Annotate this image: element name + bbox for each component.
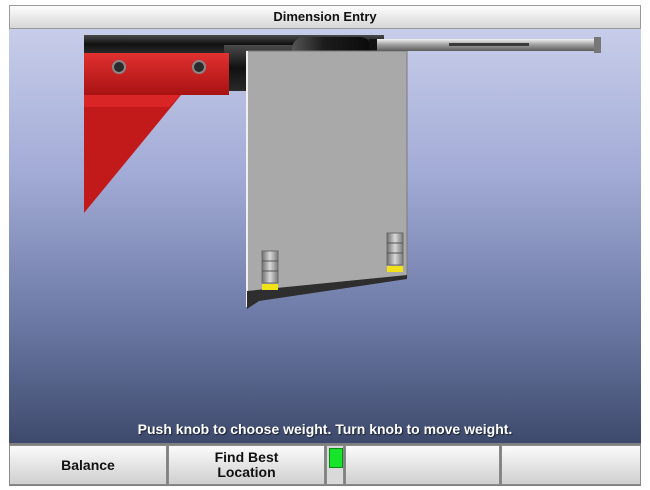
weight-marker [387, 266, 403, 272]
window-title: Dimension Entry [9, 5, 641, 29]
weight-clip-right [386, 232, 404, 272]
wheel-diagram [84, 35, 601, 309]
bolt-icon [112, 60, 126, 74]
balancer-viewport: Push knob to choose weight. Turn knob to… [9, 29, 641, 443]
find-best-location-button[interactable]: Find Best Location [168, 445, 325, 485]
status-indicator [326, 445, 344, 485]
instruction-text: Push knob to choose weight. Turn knob to… [137, 421, 513, 437]
balance-button[interactable]: Balance [9, 445, 167, 485]
softkey-3-button[interactable] [345, 445, 500, 485]
weight-clip-left [261, 250, 279, 290]
softkey-bar: Balance Find Best Location [9, 443, 641, 486]
softkey-4-button[interactable] [501, 445, 641, 485]
rod-groove [449, 43, 529, 46]
rod-end [594, 37, 601, 53]
bolt-icon [192, 60, 206, 74]
red-arm [84, 53, 229, 213]
status-lamp-icon [329, 448, 343, 468]
app-screen: Dimension Entry Push knob to choose weig… [0, 0, 650, 490]
weight-marker [262, 284, 278, 290]
